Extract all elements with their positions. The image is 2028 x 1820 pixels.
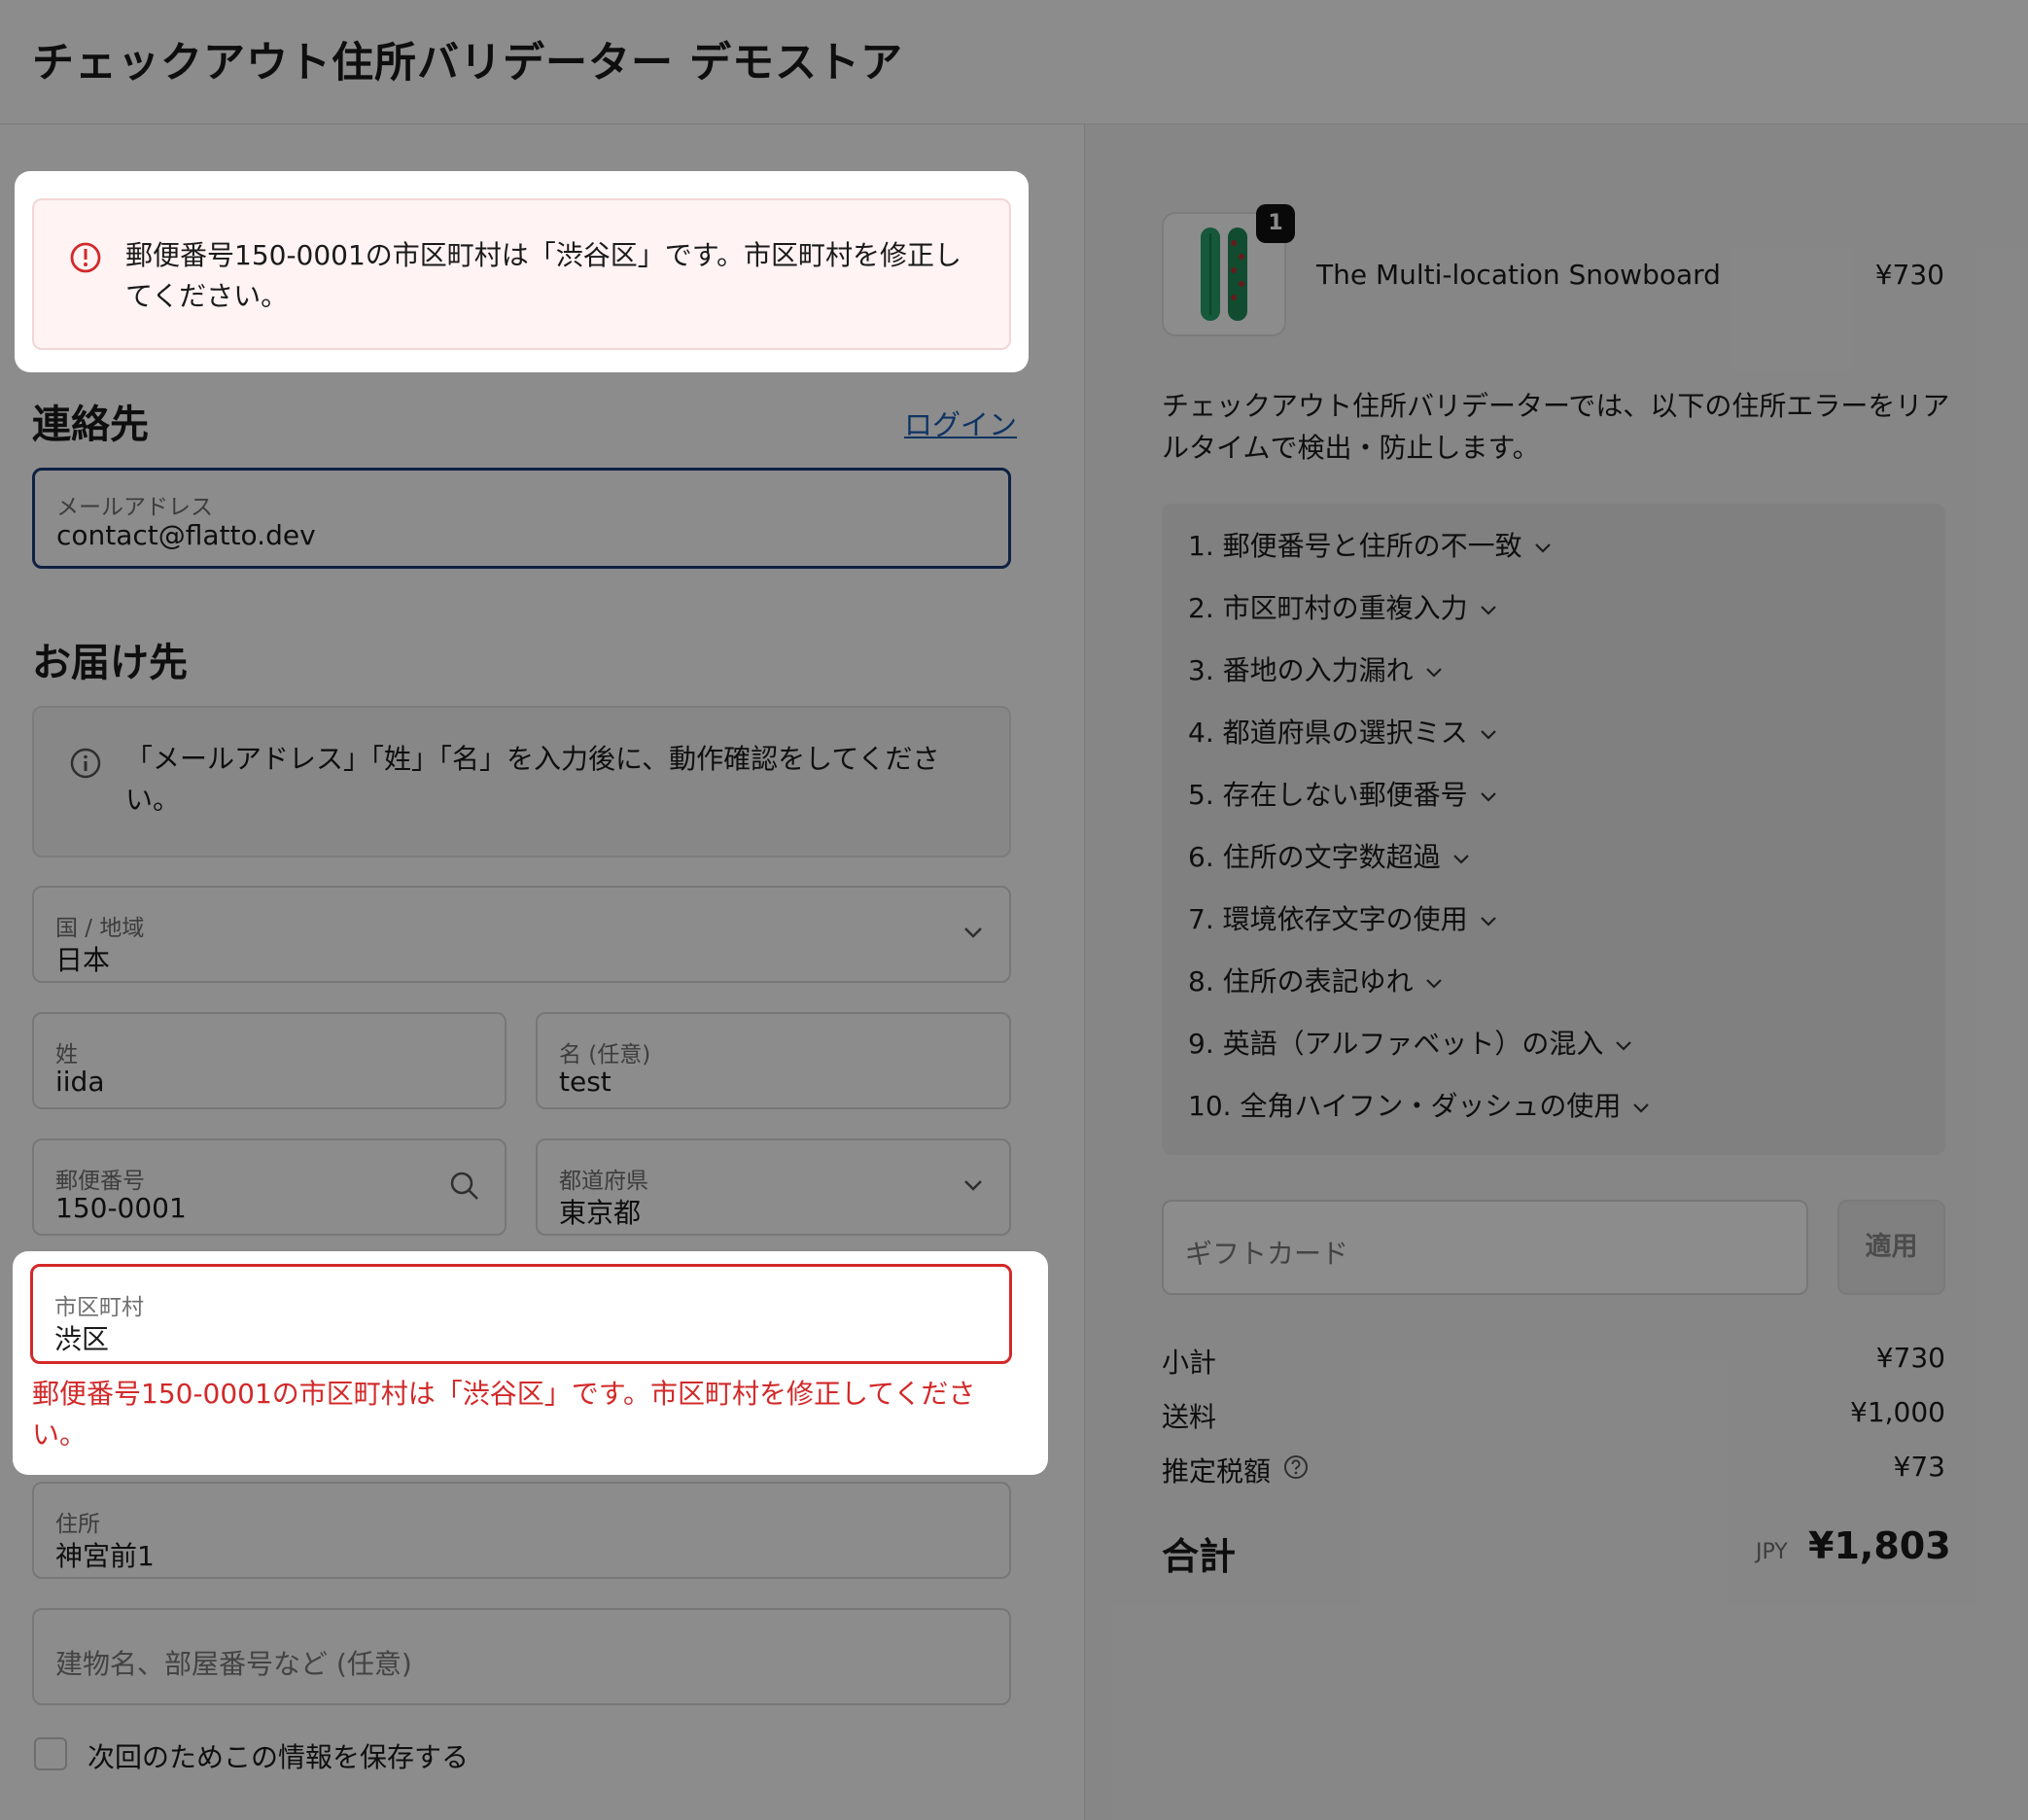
postal-code-value: 150-0001	[55, 1192, 187, 1224]
subtotal-value: ¥730	[1875, 1342, 1945, 1374]
list-item[interactable]: 4. 都道府県の選択ミス	[1188, 712, 1497, 751]
chevron-down-icon	[1534, 529, 1552, 561]
error-banner: 郵便番号150-0001の市区町村は「渋谷区」です。市区町村を修正してください。	[32, 198, 1011, 350]
chevron-down-icon	[1480, 778, 1497, 810]
list-item[interactable]: 8. 住所の表記ゆれ	[1188, 961, 1443, 999]
chevron-down-icon	[1632, 1089, 1650, 1121]
search-icon[interactable]	[448, 1170, 481, 1207]
last-name-field[interactable]: 姓 iida	[32, 1012, 507, 1109]
country-value: 日本	[55, 944, 111, 976]
shipping-label: 送料	[1162, 1401, 1217, 1433]
postal-code-field[interactable]: 郵便番号 150-0001	[32, 1138, 507, 1236]
error-banner-text: 郵便番号150-0001の市区町村は「渋谷区」です。市区町村を修正してください。	[125, 239, 962, 312]
list-item[interactable]: 10. 全角ハイフン・ダッシュの使用	[1188, 1085, 1650, 1124]
city-value: 渋区	[54, 1323, 110, 1355]
address-value: 神宮前1	[55, 1540, 155, 1572]
chevron-down-icon	[1452, 840, 1470, 872]
country-select[interactable]: 国 / 地域 日本	[32, 886, 1011, 983]
product-name: The Multi-location Snowboard	[1316, 259, 1721, 291]
list-item[interactable]: 9. 英語（アルファベット）の混入	[1188, 1023, 1632, 1062]
list-item[interactable]: 7. 環境依存文字の使用	[1188, 898, 1497, 937]
chevron-down-icon	[1480, 716, 1497, 748]
chevron-down-icon	[1425, 653, 1443, 685]
building-field[interactable]: 建物名、部屋番号など (任意)	[32, 1608, 1011, 1705]
shipping-value: ¥1,000	[1850, 1396, 1945, 1428]
country-label: 国 / 地域	[55, 916, 145, 941]
chevron-down-icon	[962, 1177, 984, 1196]
login-link[interactable]: ログイン	[904, 402, 1017, 443]
city-highlight: 市区町村 渋区 郵便番号150-0001の市区町村は「渋谷区」です。市区町村を修…	[13, 1251, 1048, 1475]
list-item[interactable]: 1. 郵便番号と住所の不一致	[1188, 525, 1552, 564]
tax-label: 推定税額	[1162, 1455, 1272, 1488]
prefecture-select[interactable]: 都道府県 東京都	[536, 1138, 1011, 1236]
list-item[interactable]: 6. 住所の文字数超過	[1188, 836, 1470, 875]
postal-code-label: 郵便番号	[55, 1169, 145, 1194]
last-name-value: iida	[55, 1066, 105, 1098]
city-label: 市区町村	[54, 1295, 144, 1320]
tax-value: ¥73	[1893, 1451, 1945, 1483]
quantity-badge: 1	[1256, 204, 1295, 243]
email-label: メールアドレス	[56, 495, 213, 520]
apply-button[interactable]: 適用	[1837, 1200, 1945, 1295]
page-header: チェックアウト住所バリデーター デモストア	[0, 0, 2028, 124]
gift-card-placeholder: ギフトカード	[1185, 1238, 1349, 1270]
total-currency: JPY	[1756, 1540, 1788, 1564]
validator-description: チェックアウト住所バリデーターでは、以下の住所エラーをリアルタイムで検出・防止し…	[1162, 390, 1950, 464]
list-item[interactable]: 3. 番地の入力漏れ	[1188, 649, 1443, 688]
banner-highlight: 郵便番号150-0001の市区町村は「渋谷区」です。市区町村を修正してください。	[15, 171, 1029, 372]
store-title: チェックアウト住所バリデーター デモストア	[32, 39, 903, 88]
shipping-heading: お届け先	[32, 641, 188, 685]
error-types-list: 1. 郵便番号と住所の不一致 2. 市区町村の重複入力 3. 番地の入力漏れ 4…	[1162, 504, 1945, 1155]
chevron-down-icon	[1480, 902, 1497, 934]
email-field[interactable]: メールアドレス contact@flatto.dev	[32, 468, 1011, 569]
first-name-field[interactable]: 名 (任意) test	[536, 1012, 1011, 1109]
gift-card-input[interactable]: ギフトカード	[1162, 1200, 1808, 1295]
first-name-label: 名 (任意)	[559, 1042, 651, 1068]
building-placeholder: 建物名、部屋番号など (任意)	[55, 1648, 412, 1680]
address-label: 住所	[55, 1512, 100, 1537]
chevron-down-icon	[1480, 591, 1497, 623]
total-value: ¥1,803	[1808, 1524, 1951, 1567]
info-icon	[69, 747, 102, 784]
chevron-down-icon	[1425, 964, 1443, 997]
alert-circle-icon	[69, 241, 102, 278]
list-item[interactable]: 2. 市区町村の重複入力	[1188, 587, 1497, 626]
total-label: 合計	[1162, 1535, 1237, 1578]
chevron-down-icon	[962, 925, 984, 943]
first-name-value: test	[559, 1066, 612, 1098]
list-item[interactable]: 5. 存在しない郵便番号	[1188, 774, 1497, 813]
info-text: 「メールアドレス」「姓」「名」を入力後に、動作確認をしてください。	[125, 743, 940, 816]
save-info-checkbox[interactable]	[34, 1737, 67, 1770]
help-icon[interactable]	[1282, 1453, 1310, 1488]
product-price: ¥730	[1874, 259, 1944, 291]
contact-heading: 連絡先	[32, 402, 149, 447]
subtotal-label: 小計	[1162, 1347, 1217, 1379]
email-value: contact@flatto.dev	[56, 519, 316, 551]
address-field[interactable]: 住所 神宮前1	[32, 1482, 1011, 1579]
city-field[interactable]: 市区町村 渋区	[30, 1264, 1012, 1364]
prefecture-label: 都道府県	[559, 1169, 648, 1194]
prefecture-value: 東京都	[559, 1197, 642, 1229]
chevron-down-icon	[1615, 1027, 1632, 1059]
info-notice: 「メールアドレス」「姓」「名」を入力後に、動作確認をしてください。	[32, 706, 1011, 858]
last-name-label: 姓	[55, 1042, 78, 1068]
city-error-message: 郵便番号150-0001の市区町村は「渋谷区」です。市区町村を修正してください。	[32, 1378, 976, 1451]
save-info-label: 次回のためこの情報を保存する	[87, 1741, 470, 1773]
